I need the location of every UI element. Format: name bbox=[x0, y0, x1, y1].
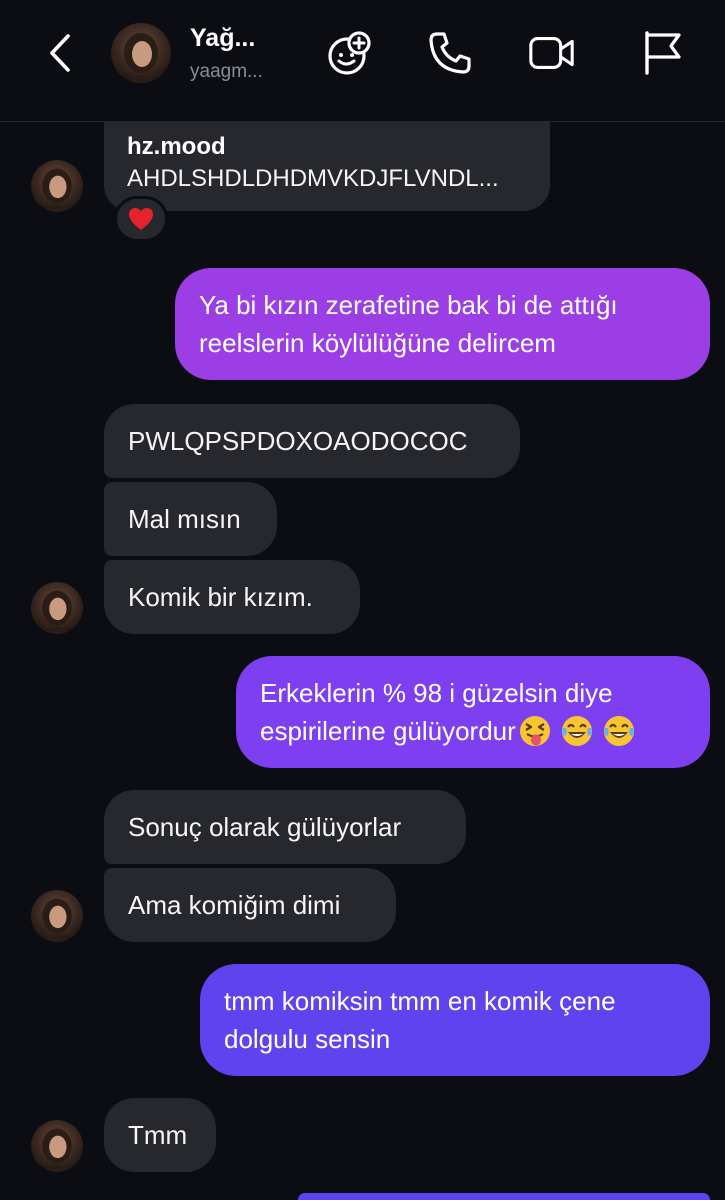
message-text: Erkeklerin % 98 i güzelsin diye bbox=[260, 678, 613, 708]
video-call-button[interactable] bbox=[527, 28, 577, 78]
sender-avatar[interactable] bbox=[31, 890, 83, 942]
back-button[interactable] bbox=[40, 30, 80, 76]
message-text: reelslerin köylülüğüne delircem bbox=[199, 328, 556, 358]
contact-name[interactable]: Yağ... bbox=[190, 24, 255, 53]
shared-reel-reply[interactable]: hz.mood AHDLSHDLDHDMVKDJFLVNDL... bbox=[104, 122, 550, 211]
message-outgoing[interactable]: Ya bi kızın zerafetine bak bi de attığı … bbox=[175, 268, 710, 380]
tears-of-joy-icon bbox=[603, 716, 634, 746]
message-text: Ya bi kızın zerafetine bak bi de attığı bbox=[199, 290, 618, 320]
message-text: tmm komiksin tmm en komik çene bbox=[224, 986, 616, 1016]
message-text: Tmm bbox=[128, 1120, 188, 1150]
contact-avatar[interactable] bbox=[111, 23, 171, 83]
tears-of-joy-icon bbox=[561, 716, 592, 746]
chat-header: Yağ... yaagm... bbox=[0, 0, 725, 122]
reply-username: hz.mood bbox=[127, 133, 226, 160]
message-incoming[interactable]: Tmm bbox=[104, 1098, 216, 1172]
reply-caption: AHDLSHDLDHDMVKDJFLVNDL... bbox=[127, 165, 499, 192]
flag-icon bbox=[645, 31, 681, 75]
message-text: Mal mısın bbox=[128, 504, 241, 534]
message-text: Ama komiğim dimi bbox=[128, 890, 341, 920]
message-text: PWLQPSPDOXOAODOCOC bbox=[128, 426, 468, 456]
message-text-with-emoji: espirilerine gülüyordur bbox=[260, 712, 686, 750]
message-incoming[interactable]: Sonuç olarak gülüyorlar bbox=[104, 790, 466, 864]
phone-icon bbox=[429, 32, 471, 74]
message-incoming[interactable]: Komik bir kızım. bbox=[104, 560, 360, 634]
message-outgoing[interactable]: tmm komiksin tmm en komik çene dolgulu s… bbox=[200, 964, 710, 1076]
message-reaction[interactable] bbox=[114, 196, 168, 242]
face-with-tongue-squinting-icon bbox=[519, 716, 550, 746]
message-outgoing[interactable]: Erkeklerin % 98 i güzelsin diye espirile… bbox=[236, 656, 710, 768]
voice-call-button[interactable] bbox=[425, 28, 475, 78]
sticker-button[interactable] bbox=[325, 28, 375, 78]
message-incoming[interactable]: Ama komiğim dimi bbox=[104, 868, 396, 942]
report-button[interactable] bbox=[637, 28, 687, 78]
video-camera-icon bbox=[529, 37, 574, 69]
message-incoming[interactable]: PWLQPSPDOXOAODOCOC bbox=[104, 404, 520, 478]
message-incoming[interactable]: Mal mısın bbox=[104, 482, 277, 556]
message-text: dolgulu sensin bbox=[224, 1024, 391, 1054]
message-text: Sonuç olarak gülüyorlar bbox=[128, 812, 402, 842]
message-text: espirilerine gülüyordur bbox=[260, 716, 516, 746]
sender-avatar[interactable] bbox=[31, 1120, 83, 1172]
heart-icon bbox=[129, 208, 153, 230]
back-chevron-icon bbox=[50, 34, 70, 72]
message-text: Komik bir kızım. bbox=[128, 582, 313, 612]
sender-avatar[interactable] bbox=[31, 582, 83, 634]
contact-username[interactable]: yaagm... bbox=[190, 61, 263, 83]
message-outgoing-partial[interactable] bbox=[298, 1193, 710, 1200]
sender-avatar[interactable] bbox=[31, 160, 83, 212]
sticker-add-icon bbox=[328, 31, 371, 75]
